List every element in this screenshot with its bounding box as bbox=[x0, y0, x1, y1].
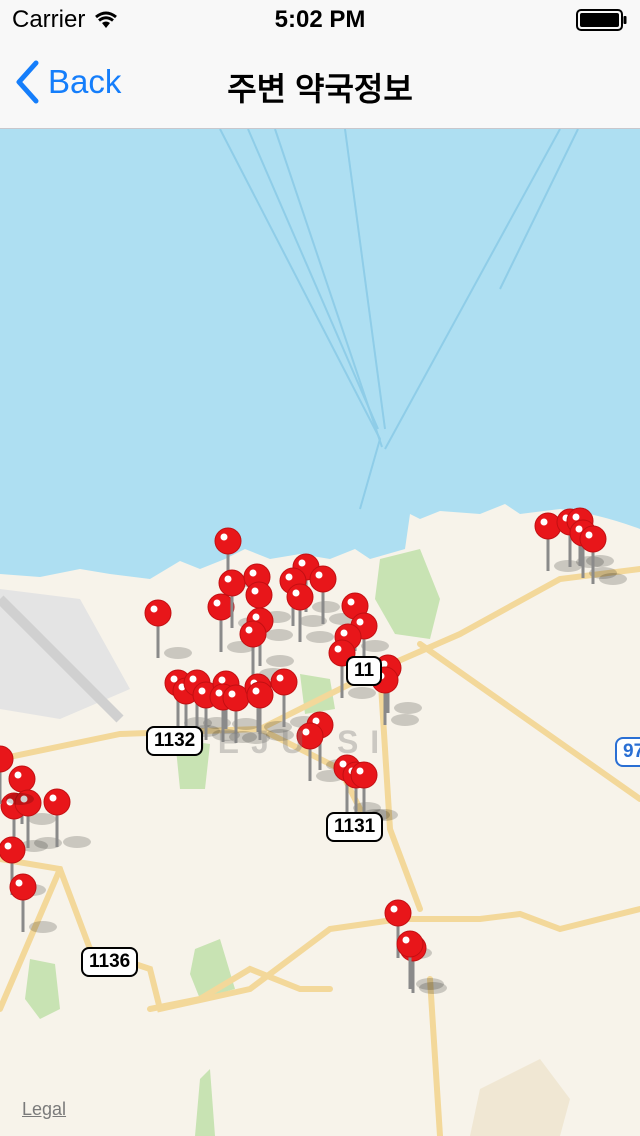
road-shield-1136: 1136 bbox=[81, 947, 139, 977]
navigation-bar: Back 주변 약국정보 bbox=[0, 40, 640, 129]
map-view[interactable]: JEJU SI 1132 1131 1136 11 97 Legal bbox=[0, 129, 640, 1136]
road-shield-11: 11 bbox=[346, 656, 383, 686]
nav-title: 주변 약국정보 bbox=[227, 71, 413, 107]
road-shield-97: 97 bbox=[615, 737, 640, 767]
road-shield-1131: 1131 bbox=[326, 812, 384, 842]
legal-link[interactable]: Legal bbox=[22, 1099, 66, 1120]
status-time: 5:02 PM bbox=[274, 6, 366, 33]
status-bar: Carrier 5:02 PM bbox=[0, 0, 640, 40]
road-shield-1132: 1132 bbox=[146, 726, 204, 756]
map-canvas bbox=[0, 129, 640, 1136]
city-label: JEJU SI bbox=[188, 724, 392, 760]
